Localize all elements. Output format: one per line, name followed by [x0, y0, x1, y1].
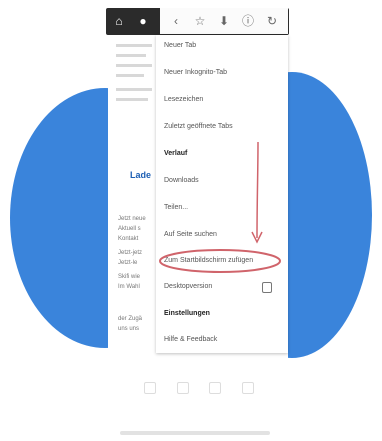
page-text: Jetzt neue [118, 216, 146, 222]
page-text-line [116, 64, 152, 67]
menu-item-label: Desktopversion [164, 283, 213, 290]
page-heading-fragment: Lade [130, 170, 152, 180]
menu-item-share[interactable]: Teilen... [164, 201, 282, 215]
menu-item-recent-tabs[interactable]: Zuletzt geöffnete Tabs [164, 120, 282, 134]
page-text-line [116, 98, 148, 101]
download-icon[interactable]: ⬇ [216, 13, 232, 29]
page-text: Jetzt-le [118, 260, 138, 266]
page-text: Im Wahl [118, 284, 140, 290]
page-text: Kontakt [118, 236, 139, 242]
page-text-line [116, 74, 144, 77]
overflow-menu: Neuer Tab Neuer Inkognito-Tab Lesezeiche… [156, 35, 288, 353]
menu-item-find-in-page[interactable]: Auf Seite suchen [164, 228, 282, 242]
menu-item-new-tab[interactable]: Neuer Tab [164, 39, 282, 53]
reload-icon[interactable]: ↻ [264, 13, 280, 29]
menu-item-new-incognito-tab[interactable]: Neuer Inkognito-Tab [164, 66, 282, 80]
menu-item-bookmarks[interactable]: Lesezeichen [164, 93, 282, 107]
back-icon[interactable]: ‹ [168, 13, 184, 29]
tabs-icon[interactable] [209, 382, 222, 394]
menu-item-history[interactable]: Verlauf [164, 147, 282, 161]
bookmark-star-icon[interactable]: ☆ [192, 13, 208, 29]
address-bar[interactable] [120, 431, 270, 435]
drop-icon[interactable]: ● [136, 14, 150, 28]
menu-item-help-feedback[interactable]: Hilfe & Feedback [164, 333, 282, 347]
menu-item-downloads[interactable]: Downloads [164, 174, 282, 188]
menu-item-settings[interactable]: Einstellungen [164, 307, 282, 321]
page-text: uns uns [118, 326, 140, 332]
page-text-line [116, 54, 146, 57]
back-nav-icon[interactable] [144, 382, 156, 394]
menu-icon[interactable] [241, 382, 254, 394]
page-text: Jetzt-jetz [118, 250, 143, 256]
page-text: der Zugä [118, 316, 143, 322]
desktop-site-checkbox[interactable] [262, 282, 272, 293]
menu-item-add-to-home-screen[interactable]: Zum Startbildschirm zufügen [164, 254, 282, 268]
page-text: Skifi wie [118, 274, 141, 280]
page-text-line [116, 44, 152, 47]
bottom-nav-bar [144, 381, 254, 395]
info-icon[interactable]: ⓘ [240, 13, 256, 29]
page-text-line [116, 88, 152, 91]
menu-item-desktop-site[interactable]: Desktopversion [164, 280, 282, 294]
menu-toolbar-row: ‹ ☆ ⬇ ⓘ ↻ [160, 8, 288, 34]
forward-nav-icon[interactable] [176, 382, 189, 394]
home-icon[interactable]: ⌂ [112, 14, 126, 28]
page-text: Aktuell s [118, 226, 141, 232]
